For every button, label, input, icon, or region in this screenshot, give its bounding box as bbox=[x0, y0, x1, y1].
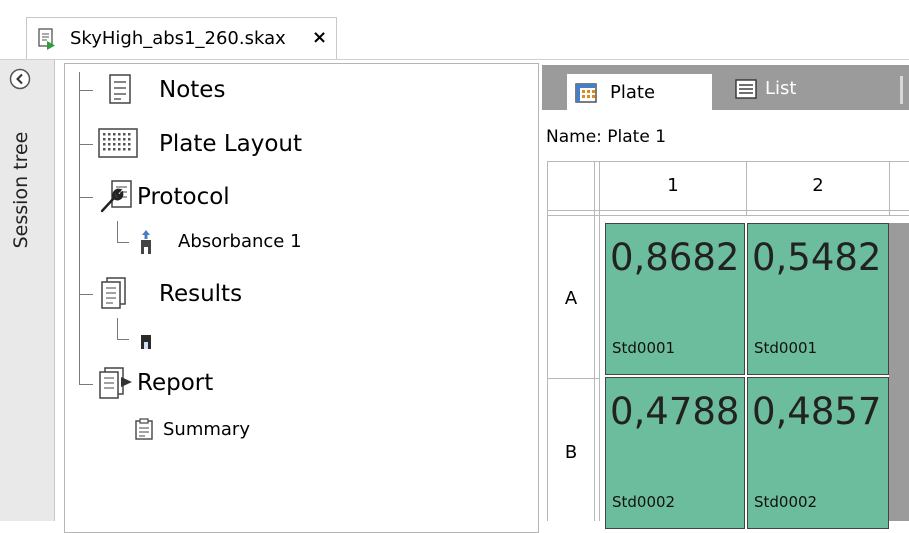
tree-branch bbox=[79, 144, 93, 145]
notes-icon bbox=[109, 74, 131, 104]
tree-item-label: Report bbox=[137, 370, 214, 396]
tree-item-label: Notes bbox=[159, 77, 226, 103]
row-header: A bbox=[564, 288, 578, 309]
well-B2[interactable]: 0,4857 Std0002 bbox=[747, 377, 889, 529]
report-icon bbox=[99, 367, 132, 399]
summary-clipboard-icon bbox=[135, 418, 153, 440]
tree-item-label: Plate Layout bbox=[159, 131, 303, 157]
tree-item-notes[interactable]: Notes bbox=[95, 72, 515, 108]
tab-divider bbox=[900, 76, 903, 104]
tab-plate[interactable]: Plate bbox=[567, 74, 712, 112]
document-run-icon bbox=[38, 28, 55, 50]
absorbance-icon bbox=[141, 325, 151, 349]
tree-subbranch bbox=[117, 242, 129, 243]
plate-layout-icon bbox=[98, 128, 138, 158]
row-header: B bbox=[564, 442, 578, 463]
tree-item-results[interactable]: Results bbox=[95, 276, 515, 312]
tree-item-label: Absorbance 1 bbox=[178, 231, 302, 252]
plate-grid-icon bbox=[575, 83, 597, 103]
tree-item-label: Absorbance 1 bbox=[178, 327, 302, 348]
column-header: 2 bbox=[812, 175, 824, 196]
well-sample-id: Std0002 bbox=[612, 493, 676, 511]
grid-line bbox=[547, 210, 909, 211]
next-column-edge bbox=[889, 223, 909, 521]
tree-item-plate-layout[interactable]: Plate Layout bbox=[95, 126, 515, 162]
tree-branch bbox=[79, 294, 93, 295]
tree-item-label: Summary bbox=[163, 419, 250, 440]
tree-item-results-absorbance[interactable]: Absorbance 1 bbox=[135, 321, 515, 357]
well-A2[interactable]: 0,5482 Std0001 bbox=[747, 223, 889, 375]
session-tree-label[interactable]: Session tree bbox=[10, 132, 32, 249]
well-value: 0,8682 bbox=[610, 236, 740, 279]
tab-list-label: List bbox=[765, 78, 797, 99]
tree-item-label: Results bbox=[159, 281, 243, 307]
grid-line bbox=[594, 161, 595, 521]
well-sample-id: Std0001 bbox=[754, 339, 818, 357]
well-A1[interactable]: 0,8682 Std0001 bbox=[605, 223, 745, 375]
grid-line bbox=[547, 161, 548, 521]
tab-plate-label: Plate bbox=[610, 82, 656, 103]
tree-branch bbox=[79, 384, 93, 385]
list-icon bbox=[735, 79, 757, 99]
grid-line bbox=[547, 161, 909, 162]
grid-line bbox=[547, 215, 909, 216]
well-B1[interactable]: 0,4788 Std0002 bbox=[605, 377, 745, 529]
column-header: 1 bbox=[667, 175, 679, 196]
document-tab-strip: SkyHigh_abs1_260.skax × bbox=[0, 0, 909, 60]
protocol-wrench-icon bbox=[100, 180, 132, 213]
grid-line bbox=[599, 161, 600, 521]
document-tab-title: SkyHigh_abs1_260.skax bbox=[70, 28, 286, 49]
session-tree: Notes Plate Layout Protocol Absorbance 1… bbox=[64, 63, 539, 533]
view-tab-bar: Plate List bbox=[542, 65, 909, 112]
well-value: 0,4788 bbox=[610, 390, 740, 433]
tree-item-summary[interactable]: Summary bbox=[135, 414, 515, 450]
tree-item-label: Protocol bbox=[137, 184, 230, 210]
collapse-panel-icon[interactable] bbox=[9, 68, 31, 90]
grid-line bbox=[547, 378, 599, 379]
tree-item-report[interactable]: Report bbox=[95, 366, 515, 402]
tree-subbranch bbox=[117, 339, 129, 340]
tree-item-protocol-absorbance[interactable]: Absorbance 1 bbox=[135, 226, 515, 262]
tree-trunk bbox=[79, 72, 80, 385]
close-icon[interactable]: × bbox=[312, 27, 327, 49]
results-icon bbox=[101, 277, 126, 309]
grid-line bbox=[889, 161, 890, 215]
tree-subtrunk bbox=[117, 221, 118, 242]
tree-subtrunk bbox=[117, 318, 118, 339]
absorbance-icon bbox=[141, 230, 151, 254]
session-tree-strip: Session tree bbox=[0, 60, 55, 521]
well-sample-id: Std0001 bbox=[612, 339, 676, 357]
tree-branch bbox=[79, 197, 93, 198]
plate-view: Plate List Name: Plate 1 1 2 A B 0,8682 … bbox=[542, 60, 909, 529]
plate-name-label: Name: Plate 1 bbox=[546, 127, 667, 147]
well-value: 0,4857 bbox=[752, 390, 882, 433]
well-value: 0,5482 bbox=[752, 236, 882, 279]
well-sample-id: Std0002 bbox=[754, 493, 818, 511]
tree-branch bbox=[79, 90, 93, 91]
tree-item-protocol[interactable]: Protocol bbox=[95, 179, 515, 215]
document-tab[interactable]: SkyHigh_abs1_260.skax × bbox=[26, 17, 337, 60]
